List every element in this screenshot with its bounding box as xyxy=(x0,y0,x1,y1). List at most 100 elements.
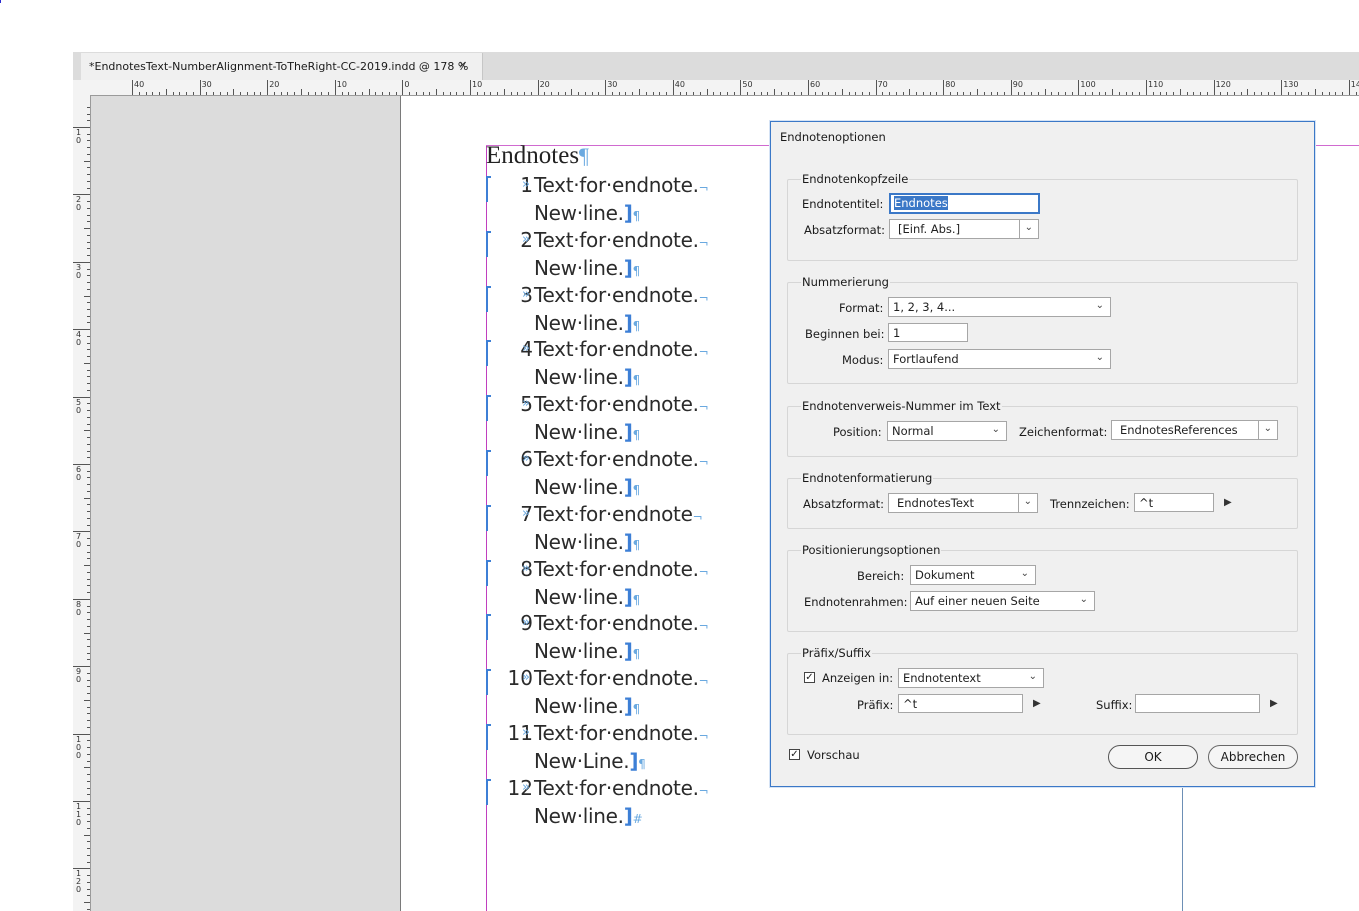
show-in-checkbox[interactable]: ✓ xyxy=(804,672,815,683)
prefix-input[interactable]: ^t xyxy=(898,694,1023,713)
ruler-minor-tick xyxy=(87,551,90,553)
ok-button[interactable]: OK xyxy=(1108,745,1198,769)
endnote-entry[interactable]: 2» Text·for·endnote.¬ New·line.]¶ xyxy=(486,228,746,283)
ruler-minor-tick xyxy=(87,881,90,883)
ruler-minor-tick xyxy=(192,92,194,95)
ruler-minor-tick xyxy=(87,578,90,580)
ruler-minor-tick xyxy=(1024,92,1026,95)
ruler-minor-tick xyxy=(530,92,532,95)
ruler-minor-tick xyxy=(794,92,796,95)
ruler-minor-tick xyxy=(87,282,90,284)
ruler-minor-tick xyxy=(87,659,90,661)
ruler-minor-tick xyxy=(87,807,90,809)
pilcrow-icon: ¶ xyxy=(632,373,641,388)
separator-special-chars-arrow-icon[interactable]: ▶ xyxy=(1224,497,1232,508)
document-tab[interactable]: *EndnotesText-NumberAlignment-ToTheRight… xyxy=(81,53,483,80)
horizontal-ruler[interactable]: 40 30 20 10 0 10 20 30 40 50 60 70 80 90 100 110 120 130 1… xyxy=(73,80,1359,96)
ruler-minor-tick xyxy=(179,92,181,95)
ruler-minor-tick xyxy=(87,517,90,519)
ruler-minor-tick xyxy=(801,92,803,95)
formatting-para-style-label: Absatzformat: xyxy=(803,497,884,511)
ruler-minor-tick xyxy=(1071,92,1073,95)
line-break-icon: ¬ xyxy=(698,619,709,634)
number-format-select[interactable]: 1, 2, 3, 4... ⌄ xyxy=(888,297,1111,317)
ruler-minor-tick xyxy=(84,430,90,432)
endnote-entry[interactable]: 3» Text·for·endnote.¬ New·line.]¶ xyxy=(486,283,746,338)
suffix-label: Suffix: xyxy=(1096,698,1133,712)
endnote-text: Text·for·endnote. xyxy=(534,611,699,636)
endnote-text: New·line. xyxy=(534,694,624,719)
ruler-minor-tick xyxy=(889,92,891,95)
ruler-minor-tick xyxy=(87,861,90,863)
endnote-entry[interactable]: 11» Text·for·endnote.¬ New·Line.]¶ xyxy=(486,721,746,776)
ruler-label: 90 xyxy=(1012,80,1023,89)
endnote-text: New·line. xyxy=(534,201,624,225)
scope-select[interactable]: Dokument ⌄ xyxy=(910,565,1036,585)
ruler-minor-tick xyxy=(1112,89,1114,95)
preview-checkbox[interactable]: ✓ xyxy=(789,749,800,760)
ruler-label: 10 xyxy=(472,80,483,89)
endnote-entry[interactable]: 8» Text·for·endnote.¬ New·line.]¶ xyxy=(486,557,746,612)
endnote-line-1: Text·for·endnote.¬ xyxy=(534,557,709,581)
endnote-entry[interactable]: 9» Text·for·endnote.¬ New·line.]¶ xyxy=(486,611,746,666)
endnote-entry[interactable]: 12» Text·for·endnote.¬ New·line.]# xyxy=(486,776,746,831)
ruler-minor-tick xyxy=(977,89,978,95)
header-para-style-select[interactable]: [Einf. Abs.] ⌄ xyxy=(889,219,1039,239)
ruler-minor-tick xyxy=(87,376,90,378)
reference-char-style-select[interactable]: EndnotesReferences ⌄ xyxy=(1111,420,1278,440)
endnote-line-1: Text·for·endnote.¬ xyxy=(534,228,709,252)
endnote-frame-value: Auf einer neuen Seite xyxy=(915,594,1040,608)
cancel-button[interactable]: Abbrechen xyxy=(1208,745,1298,769)
ruler-minor-tick xyxy=(368,89,370,95)
ruler-minor-tick xyxy=(87,214,90,216)
ruler-minor-tick xyxy=(1186,92,1188,95)
ruler-minor-tick xyxy=(997,92,999,95)
close-tab-icon[interactable]: × xyxy=(458,58,467,71)
show-in-select[interactable]: Endnotentext ⌄ xyxy=(898,668,1044,688)
tab-marker-icon: » xyxy=(522,505,530,521)
ruler-minor-tick xyxy=(186,92,188,95)
ruler-minor-tick xyxy=(87,753,90,755)
anchor-end-bracket: ] xyxy=(623,420,633,445)
numbering-mode-select[interactable]: Fortlaufend ⌄ xyxy=(888,349,1111,369)
ruler-minor-tick xyxy=(862,92,864,95)
endnote-title-value: Endnotes xyxy=(894,196,948,210)
ruler-minor-tick xyxy=(828,92,830,95)
ruler-label: 90 xyxy=(76,667,82,685)
ruler-minor-tick xyxy=(260,92,262,95)
line-break-icon: ¬ xyxy=(698,729,709,743)
suffix-input[interactable] xyxy=(1135,694,1260,713)
ruler-minor-tick xyxy=(1125,92,1127,95)
endnote-entry[interactable]: 4» Text·for·endnote.¬ New·line.]¶ xyxy=(486,337,746,392)
endnote-entry[interactable]: 10» Text·for·endnote.¬ New·line.]¶ xyxy=(486,666,746,721)
prefix-special-chars-arrow-icon[interactable]: ▶ xyxy=(1033,698,1041,709)
endnote-entry[interactable]: 5» Text·for·endnote.¬ New·line.]¶ xyxy=(486,392,746,447)
endnote-entry[interactable]: 1» Text·for·endnote.¬ New·line.]¶ xyxy=(486,173,746,228)
ruler-minor-tick xyxy=(213,92,215,95)
formatting-group-label: Endnotenformatierung xyxy=(801,471,934,485)
endnote-entry[interactable]: 7» Text·for·endnote¬ New·line.]¶ xyxy=(486,502,746,557)
separator-input[interactable]: ^t xyxy=(1134,493,1214,512)
endnote-entry[interactable]: 6» Text·for·endnote.¬ New·line.]¶ xyxy=(486,447,746,502)
ruler-minor-tick xyxy=(618,92,620,95)
ruler-major-tick xyxy=(875,80,877,95)
ruler-minor-tick xyxy=(693,92,695,95)
ruler-minor-tick xyxy=(159,92,161,95)
ruler-label: 110 xyxy=(1148,80,1164,89)
start-at-input[interactable]: 1 xyxy=(888,323,968,342)
formatting-para-style-select[interactable]: EndnotesText ⌄ xyxy=(888,493,1038,513)
endnote-line-2: New·line.]¶ xyxy=(534,420,640,444)
endnote-text: Text·for·endnote. xyxy=(534,666,699,691)
ruler-minor-tick xyxy=(821,92,823,95)
ruler-minor-tick xyxy=(84,228,90,230)
ruler-minor-tick xyxy=(591,92,593,95)
document-tab-title[interactable]: *EndnotesText-NumberAlignment-ToTheRight… xyxy=(89,60,468,73)
reference-position-select[interactable]: Normal ⌄ xyxy=(887,421,1007,441)
vertical-ruler[interactable]: 10 20 30 40 50 60 70 80 90 100 110 120 xyxy=(73,95,91,911)
endnote-title-input[interactable]: Endnotes xyxy=(889,193,1040,214)
line-break-icon: ¬ xyxy=(698,345,709,360)
start-at-label: Beginnen bei: xyxy=(805,327,885,341)
ruler-minor-tick xyxy=(1091,92,1093,95)
suffix-special-chars-arrow-icon[interactable]: ▶ xyxy=(1270,698,1278,709)
endnote-frame-select[interactable]: Auf einer neuen Seite ⌄ xyxy=(910,591,1095,611)
